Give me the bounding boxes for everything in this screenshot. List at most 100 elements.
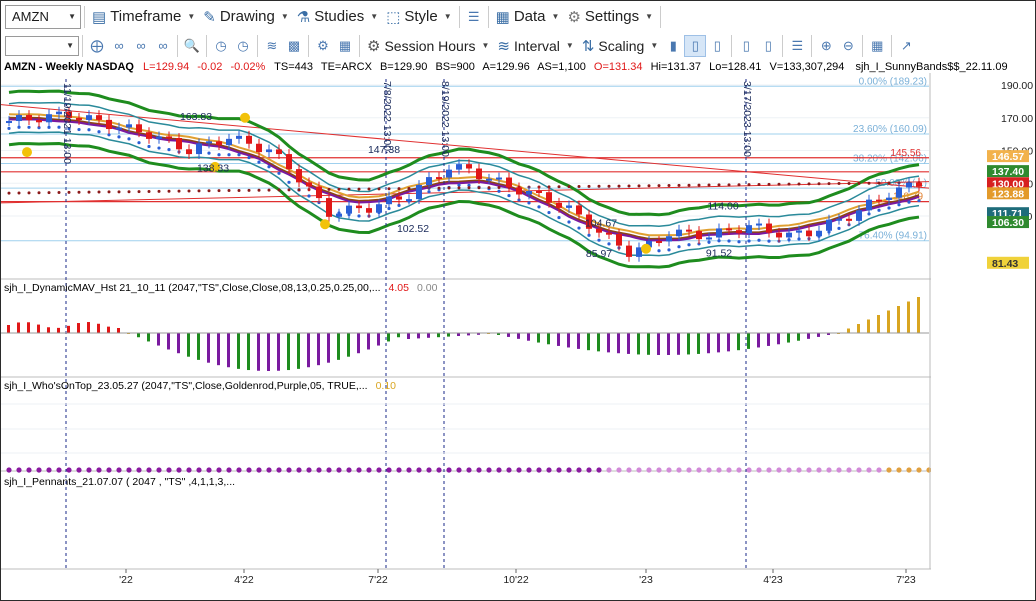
link-alt-icon[interactable]: ∞ [130, 35, 152, 57]
link-icon[interactable]: ∞ [108, 35, 130, 57]
histogram-bar [727, 333, 730, 352]
candlestick-icon[interactable]: ▯ [684, 34, 707, 57]
chevron-down-icon: ▼ [565, 41, 574, 50]
data-menu[interactable]: ▦ Data ▼ [492, 4, 564, 30]
candle-body [186, 149, 192, 155]
dot-maroon [147, 189, 151, 193]
zoom-chart-icon[interactable]: 🔍 [181, 35, 203, 57]
histogram-bar [797, 333, 800, 341]
dot-blue [667, 248, 671, 252]
pennant-dot [766, 467, 772, 473]
chart-header: AMZN - Weekly NASDAQ L=129.94 -0.02 -0.0… [4, 61, 1008, 73]
chevron-down-icon[interactable]: ▼ [68, 12, 76, 21]
pennant-dot [586, 467, 592, 473]
symbol-combo[interactable]: AMZN ▼ [5, 4, 81, 29]
pennant-dot [536, 467, 542, 473]
pennant-dot [496, 467, 502, 473]
bar-chart-icon[interactable]: ▮ [662, 35, 684, 57]
hollow-candle-icon[interactable]: ▯ [706, 35, 728, 57]
layout-icon[interactable]: ▦ [334, 35, 356, 57]
studies-menu[interactable]: ⚗ Studies ▼ [293, 4, 382, 30]
dot-maroon [817, 182, 821, 186]
candle-body [836, 218, 842, 221]
candle-body [436, 177, 442, 180]
candle-body [776, 232, 782, 238]
candle-body [886, 197, 892, 200]
histogram-bar [177, 333, 180, 354]
histogram-bar [107, 326, 110, 333]
zoom-in-icon[interactable]: ⊕ [815, 35, 837, 57]
line-chart-icon[interactable]: ≋ [261, 35, 283, 57]
chart-props-icon[interactable]: ▩ [283, 35, 305, 57]
interval-menu[interactable]: ≋ Interval ▼ [493, 33, 577, 59]
candle-body [236, 135, 242, 139]
grid-icon[interactable]: ▦ [866, 35, 888, 57]
histogram-bar [47, 327, 50, 333]
chevron-down-icon[interactable]: ▼ [66, 41, 74, 50]
divider [862, 34, 864, 57]
candle-narrow-icon[interactable]: ▯ [735, 35, 757, 57]
pennant-dot [776, 467, 782, 473]
histogram-bar [287, 333, 290, 371]
settings-small-icon[interactable]: ⚙ [312, 35, 334, 57]
histogram-bar [347, 333, 350, 357]
candle-body [146, 132, 152, 139]
clock-icon[interactable]: ◷ [232, 35, 254, 57]
candle-wide-icon[interactable]: ▯ [757, 35, 779, 57]
pennant-dot [86, 467, 92, 473]
settings-menu[interactable]: ⚙ Settings ▼ [563, 4, 657, 30]
pennant-dot [126, 467, 132, 473]
dot-maroon [437, 186, 441, 190]
candle-body [216, 141, 222, 146]
panels-icon[interactable]: ☰ [463, 6, 485, 28]
pennant-dot [36, 467, 42, 473]
panels-icon[interactable]: ☰ [786, 35, 808, 57]
add-chart-icon[interactable]: ↗ [895, 35, 917, 57]
candle-body [876, 199, 882, 202]
candle-body [756, 223, 762, 226]
crosshair-icon[interactable]: ⨁ [86, 35, 108, 57]
candle-body [476, 168, 482, 180]
histogram-bar [367, 333, 370, 350]
histogram-bar [697, 333, 700, 354]
pennant-dot [346, 467, 352, 473]
chart-area[interactable]: 0.00% (189.23)23.60% (160.09)38.20% (142… [1, 59, 1035, 599]
histogram-bar [677, 333, 680, 355]
zoom-out-icon[interactable]: ⊖ [837, 35, 859, 57]
dot-maroon [597, 184, 601, 188]
pennant-dot [706, 467, 712, 473]
chevron-down-icon: ▼ [370, 12, 379, 21]
candle-body [666, 236, 672, 242]
histogram-bar [227, 333, 230, 368]
pennant-dot [736, 467, 742, 473]
session-hours-menu[interactable]: ⚙ Session Hours ▼ [363, 33, 493, 59]
histogram-bar [317, 333, 320, 366]
candle-body [916, 182, 922, 187]
histogram-bar [527, 333, 530, 341]
pennant-dot [926, 467, 932, 473]
dot-maroon [487, 186, 491, 190]
main-toolbar: AMZN ▼ ▤ Timeframe ▼ ✎ Drawing ▼ ⚗ Studies ▼ ⬚… [1, 1, 1034, 33]
histogram-bar [507, 333, 510, 337]
link-alt2-icon[interactable]: ∞ [152, 35, 174, 57]
drawing-menu[interactable]: ✎ Drawing ▼ [199, 4, 293, 30]
histogram-bar [357, 333, 360, 354]
price-annotation: 85.97 [586, 248, 612, 260]
gauge-icon[interactable]: ◷ [210, 35, 232, 57]
session-hours-label: Session Hours [384, 37, 476, 54]
pennant-dot [466, 467, 472, 473]
divider [811, 34, 813, 57]
drawing-tool-combo[interactable]: ▼ [5, 35, 79, 56]
dot-maroon [87, 190, 91, 194]
price-annotation: 114.00 [707, 200, 738, 212]
scaling-menu[interactable]: ⇅ Scaling ▼ [578, 33, 662, 59]
dot-maroon [267, 188, 271, 192]
dot-blue [727, 239, 731, 243]
candle-body [656, 240, 662, 243]
style-menu[interactable]: ⬚ Style ▼ [382, 4, 455, 30]
dot-maroon [667, 184, 671, 188]
header-bid: B=129.90 [380, 61, 427, 73]
pennant-dot [176, 467, 182, 473]
dot-blue [577, 226, 581, 230]
timeframe-menu[interactable]: ▤ Timeframe ▼ [88, 4, 199, 30]
